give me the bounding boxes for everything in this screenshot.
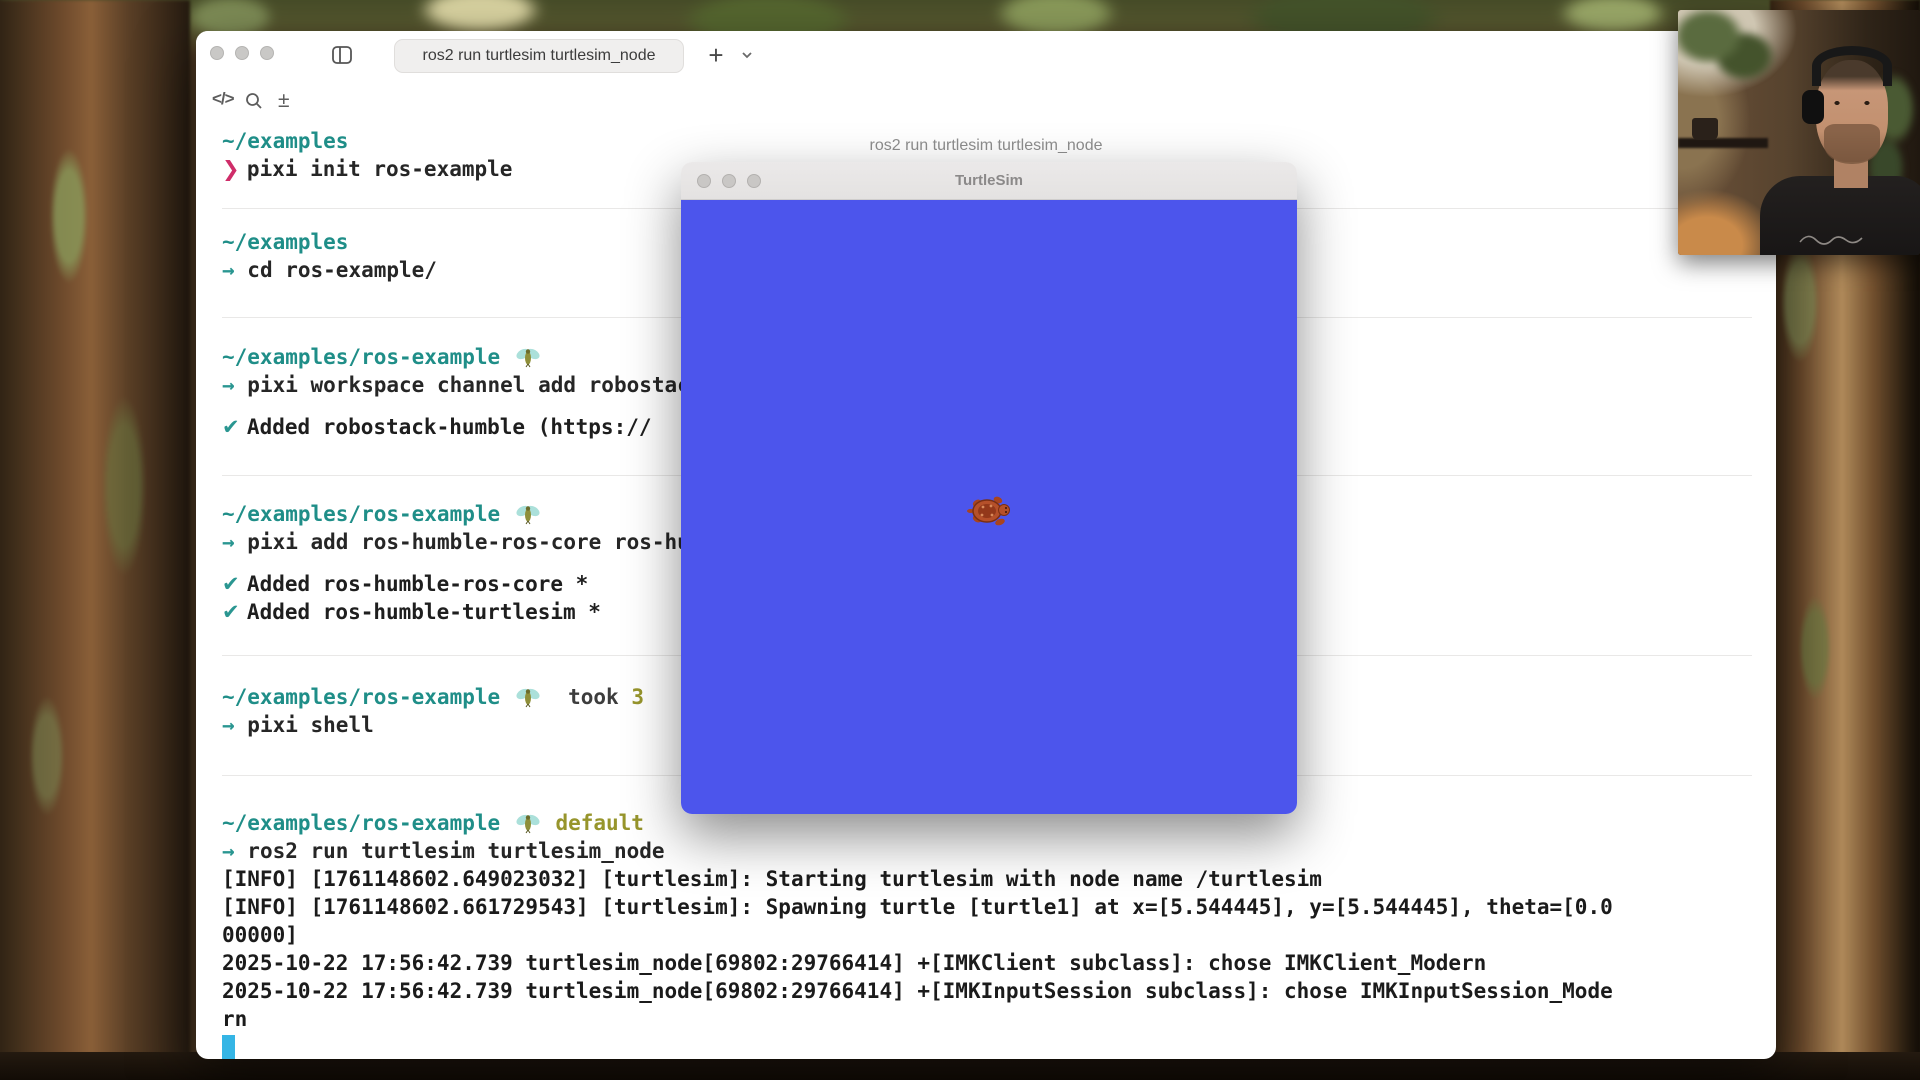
plus-icon: + bbox=[708, 40, 723, 71]
turtlesim-titlebar[interactable]: TurtleSim bbox=[681, 162, 1297, 200]
minimize-button[interactable] bbox=[235, 46, 249, 60]
seg-path: ~/examples bbox=[222, 127, 348, 155]
headphones-band bbox=[1812, 46, 1892, 86]
seg-out bbox=[543, 809, 556, 837]
headphones-cup bbox=[1802, 90, 1824, 124]
fly-emoji bbox=[515, 346, 541, 368]
zoom-button[interactable] bbox=[260, 46, 274, 60]
seg-pt: → bbox=[222, 711, 247, 739]
seg-cmd: ros2 run turtlesim turtlesim_node bbox=[247, 837, 664, 865]
turtlesim-canvas bbox=[681, 200, 1297, 814]
terminal-line: rn bbox=[222, 1005, 1752, 1033]
seg-pt: → bbox=[222, 837, 247, 865]
seg-out: Added robostack-humble (https:// bbox=[247, 413, 652, 441]
zoom-button[interactable] bbox=[747, 174, 761, 188]
terminal-line: [INFO] [1761148602.661729543] [turtlesim… bbox=[222, 893, 1752, 921]
terminal-line: 2025-10-22 17:56:42.739 turtlesim_node[6… bbox=[222, 949, 1752, 977]
terminal-line bbox=[222, 1033, 1752, 1059]
turtlesim-window-title: TurtleSim bbox=[955, 172, 1023, 189]
seg-log: 2025-10-22 17:56:42.739 turtlesim_node[6… bbox=[222, 949, 1486, 977]
seg-path: ~/examples/ros-example bbox=[222, 683, 513, 711]
fly-emoji bbox=[515, 686, 541, 708]
seg-log: 2025-10-22 17:56:42.739 turtlesim_node[6… bbox=[222, 977, 1613, 1005]
new-tab-button[interactable]: + bbox=[702, 41, 730, 69]
terminal-tab-label: ros2 run turtlesim turtlesim_node bbox=[423, 47, 656, 65]
plant-decor bbox=[1678, 10, 1780, 96]
seg-log: rn bbox=[222, 1005, 247, 1033]
minimize-button[interactable] bbox=[722, 174, 736, 188]
plus-minus-icon[interactable]: ± bbox=[278, 89, 290, 113]
seg-check: ✔ bbox=[222, 413, 247, 441]
seg-path: ~/examples bbox=[222, 228, 348, 256]
seg-pt: → bbox=[222, 528, 247, 556]
fly-emoji bbox=[515, 812, 541, 834]
fly-emoji bbox=[515, 503, 541, 525]
terminal-toolbar: </> ± ros2 run turtlesim turtlesim_node bbox=[196, 79, 1776, 125]
seg-num: 3 bbox=[631, 683, 644, 711]
seg-path: ~/examples/ros-example bbox=[222, 809, 513, 837]
terminal-line: 2025-10-22 17:56:42.739 turtlesim_node[6… bbox=[222, 977, 1752, 1005]
close-button[interactable] bbox=[697, 174, 711, 188]
seg-cmd: pixi init ros-example bbox=[247, 155, 513, 183]
seg-cmd: pixi shell bbox=[247, 711, 373, 739]
presenter-beard bbox=[1824, 124, 1880, 164]
pot-decor bbox=[1692, 118, 1718, 140]
seg-log: [INFO] [1761148602.661729543] [turtlesim… bbox=[222, 893, 1613, 921]
seg-env: default bbox=[555, 809, 644, 837]
terminal-block: ~/examples/ros-example default→ ros2 run… bbox=[222, 775, 1752, 1059]
code-blocks-icon[interactable]: </> bbox=[212, 89, 234, 109]
turtlesim-window: TurtleSim bbox=[681, 162, 1297, 814]
terminal-line: [INFO] [1761148602.649023032] [turtlesim… bbox=[222, 865, 1752, 893]
seg-path: ~/examples/ros-example bbox=[222, 343, 513, 371]
terminal-tabbar: ros2 run turtlesim turtlesim_node + bbox=[196, 31, 1776, 79]
seg-out: Added ros-humble-ros-core * bbox=[247, 570, 588, 598]
terminal-line: 00000] bbox=[222, 921, 1752, 949]
seg-check: ✔ bbox=[222, 598, 247, 626]
seg-pt: → bbox=[222, 371, 247, 399]
seg-took: took bbox=[568, 683, 631, 711]
chevron-down-icon[interactable] bbox=[739, 47, 755, 63]
close-button[interactable] bbox=[210, 46, 224, 60]
webcam-overlay bbox=[1678, 10, 1920, 255]
seg-log: 00000] bbox=[222, 921, 298, 949]
seg-pt: → bbox=[222, 256, 247, 284]
seg-pp: ❯ bbox=[222, 155, 247, 183]
presenter-person bbox=[1774, 38, 1920, 255]
search-icon[interactable] bbox=[244, 91, 264, 111]
seg-log: [INFO] [1761148602.649023032] [turtlesim… bbox=[222, 865, 1322, 893]
seg-cmd: cd ros-example/ bbox=[247, 256, 437, 284]
shirt-graphic bbox=[1796, 228, 1866, 250]
seg-check: ✔ bbox=[222, 570, 247, 598]
redwood-trunk-left bbox=[0, 0, 190, 1080]
sidebar-toggle-icon[interactable] bbox=[330, 43, 354, 67]
seg-path: ~/examples/ros-example bbox=[222, 500, 513, 528]
shelf-decor bbox=[1678, 138, 1768, 148]
seg-out bbox=[543, 683, 568, 711]
presenter-eyes bbox=[1830, 100, 1874, 106]
terminal-cursor bbox=[222, 1035, 235, 1060]
turtle-sprite bbox=[967, 492, 1013, 530]
terminal-line: ~/examples bbox=[222, 127, 1752, 155]
seg-out: Added ros-humble-turtlesim * bbox=[247, 598, 601, 626]
terminal-tab[interactable]: ros2 run turtlesim turtlesim_node bbox=[394, 39, 684, 73]
terminal-line: → ros2 run turtlesim turtlesim_node bbox=[222, 837, 1752, 865]
